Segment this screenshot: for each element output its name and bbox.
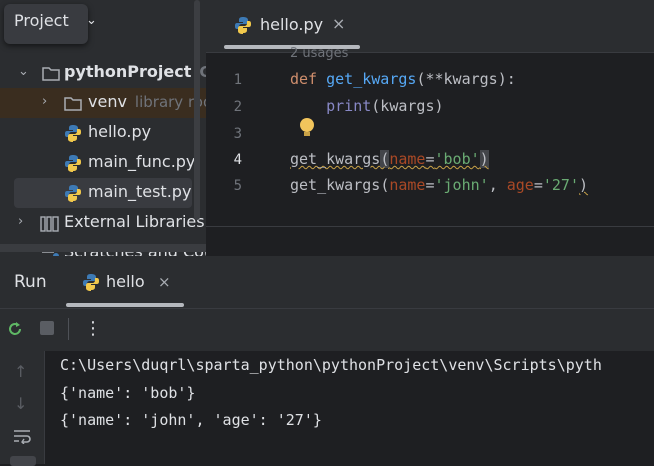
code-line-4[interactable]: get_kwargs(name='bob') xyxy=(290,150,489,168)
library-icon xyxy=(40,215,60,236)
tree-item-hello-py[interactable]: hello.py xyxy=(0,118,206,148)
lightbulb-icon[interactable] xyxy=(300,118,314,132)
chevron-down-icon[interactable]: ⌄ xyxy=(86,13,97,28)
line-number: 4 xyxy=(233,152,242,168)
editor-empty-area[interactable] xyxy=(206,226,654,257)
line-number: 3 xyxy=(233,126,242,142)
tree-item-main-test-py[interactable]: main_test.py xyxy=(14,178,192,208)
console-line: {'name': 'john', 'age': '27'} xyxy=(60,411,322,429)
run-window-title: Run xyxy=(14,272,47,292)
console-line: {'name': 'bob'} xyxy=(60,384,196,402)
arrow-down-icon[interactable]: ↓ xyxy=(14,394,27,413)
console-line: C:\Users\duqrl\sparta_python\pythonProje… xyxy=(60,356,602,374)
soft-wrap-icon[interactable] xyxy=(12,428,32,448)
folder-icon xyxy=(64,96,82,115)
line-number: 2 xyxy=(233,99,242,115)
arrow-up-icon[interactable]: ↑ xyxy=(14,362,27,381)
stop-icon[interactable] xyxy=(40,321,54,335)
chevron-right-icon[interactable]: › xyxy=(18,214,23,229)
usages-hint[interactable]: 2 usages xyxy=(290,46,348,61)
code-line-5[interactable]: get_kwargs(name='john', age='27') xyxy=(290,176,588,194)
run-tab-label: hello xyxy=(106,272,145,291)
project-title: Project xyxy=(14,11,69,30)
python-file-icon xyxy=(64,154,82,172)
close-icon[interactable]: × xyxy=(332,14,345,33)
toolbar-separator xyxy=(68,318,69,340)
tab-hello-py[interactable]: hello.py × xyxy=(218,0,360,52)
close-icon[interactable]: × xyxy=(158,273,171,291)
rerun-icon[interactable] xyxy=(6,320,24,338)
scroll-to-end-button[interactable] xyxy=(10,456,36,466)
tree-item-main-func-py[interactable]: main_func.py xyxy=(0,148,206,178)
tree-item-pythonproject[interactable]: ⌄ pythonProject C xyxy=(0,58,206,88)
line-number: 1 xyxy=(233,72,242,88)
chevron-down-icon[interactable]: ⌄ xyxy=(18,64,29,79)
tree-scrollbar[interactable] xyxy=(194,0,200,220)
horizontal-scrollbar[interactable] xyxy=(0,244,206,252)
code-line-2[interactable]: print(kwargs) xyxy=(290,97,443,115)
python-file-icon xyxy=(64,124,82,142)
editor-tab-bar: hello.py × xyxy=(206,0,654,53)
tree-item-label: pythonProject C xyxy=(64,62,206,81)
tree-item-label: hello.py xyxy=(88,122,152,141)
python-file-icon xyxy=(234,16,252,34)
line-number: 5 xyxy=(233,178,242,194)
tree-item-venv[interactable]: › venv library roo xyxy=(0,88,206,118)
python-file-icon xyxy=(82,273,100,291)
tree-item-label: main_test.py xyxy=(88,182,192,201)
tree-item-label: main_func.py xyxy=(88,152,196,171)
python-file-icon xyxy=(64,184,82,202)
code-line-1[interactable]: def get_kwargs(**kwargs): xyxy=(290,70,516,88)
lightbulb-base xyxy=(304,132,310,136)
active-tab-indicator xyxy=(66,303,184,307)
tree-item-external-libraries[interactable]: › External Libraries xyxy=(0,208,206,238)
chevron-right-icon[interactable]: › xyxy=(42,94,47,109)
folder-icon xyxy=(42,66,60,85)
tree-item-label: External Libraries xyxy=(64,212,205,231)
tree-item-label: venv library roo xyxy=(88,92,206,111)
more-options-icon[interactable]: ⋮ xyxy=(84,318,102,339)
tab-label: hello.py xyxy=(260,15,324,34)
